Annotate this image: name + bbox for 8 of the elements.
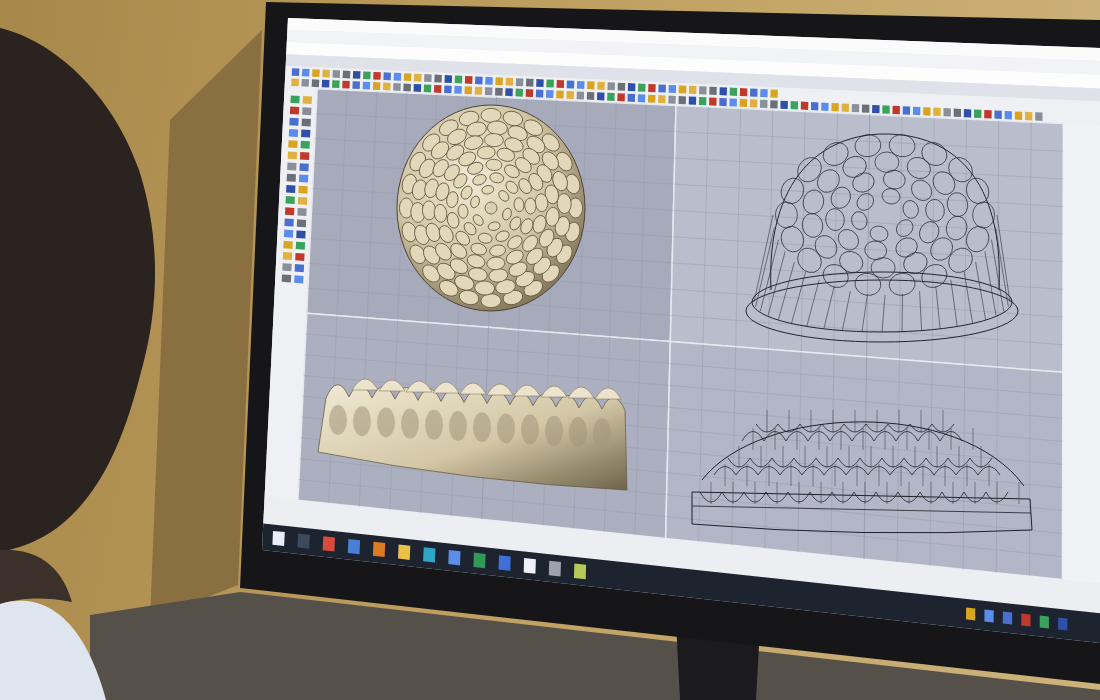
tray-icon[interactable] (1021, 613, 1031, 627)
taskbar-app-icon[interactable] (272, 530, 285, 546)
tray-icon[interactable] (1002, 611, 1013, 625)
tray-icon[interactable] (966, 607, 976, 621)
tray-icon[interactable] (984, 609, 994, 623)
taskbar-app-icon[interactable] (573, 563, 587, 580)
tray-icon[interactable] (1039, 615, 1049, 629)
taskbar-app-icon[interactable] (548, 560, 561, 577)
